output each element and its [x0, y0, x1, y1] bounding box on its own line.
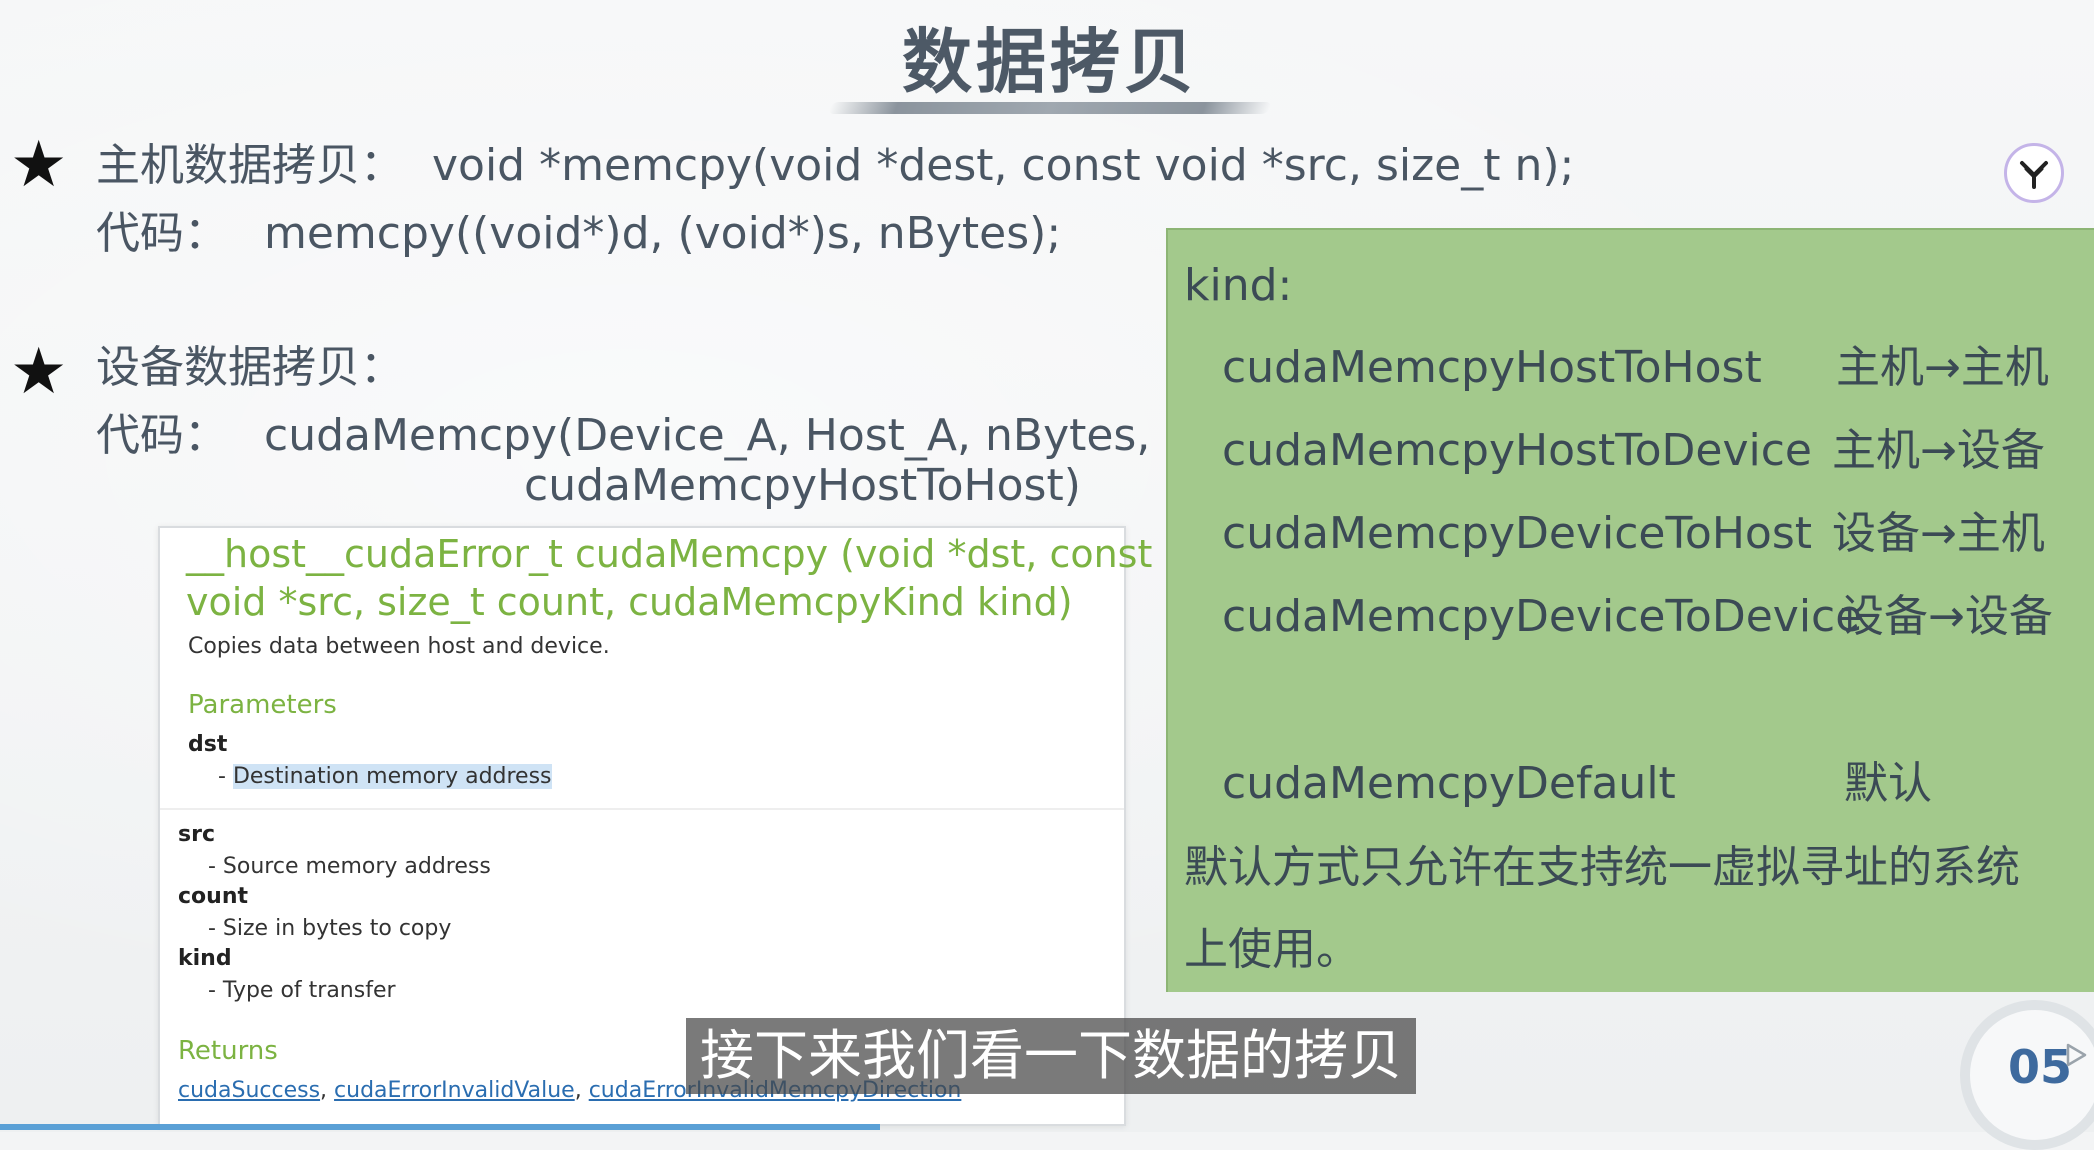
param-desc: - Size in bytes to copy: [208, 916, 452, 941]
param-name: dst: [188, 732, 228, 757]
host-copy-label: 主机数据拷贝：: [96, 140, 404, 191]
doc-description: Copies data between host and device.: [188, 634, 610, 659]
param-desc: - Destination memory address: [218, 764, 552, 789]
title-underline: [827, 102, 1273, 114]
kind-panel: kind: cudaMemcpyHostToHost 主机→主机 cudaMem…: [1166, 228, 2094, 992]
kind-row-dir: 设备→设备: [1840, 591, 2053, 642]
param-desc: - Type of transfer: [208, 978, 396, 1003]
logo-icon[interactable]: [2004, 143, 2064, 203]
kind-heading: kind:: [1184, 260, 1293, 311]
star-bullet-icon: ★: [10, 128, 68, 202]
doc-signature-line1: __host__cudaError_t cudaMemcpy (void *ds…: [186, 532, 1153, 576]
param-desc: - Source memory address: [208, 854, 491, 879]
doc-parameters-heading: Parameters: [188, 690, 337, 720]
kind-default-dir: 默认: [1844, 758, 1932, 809]
host-code-label: 代码：: [96, 208, 228, 259]
play-icon[interactable]: [2060, 1040, 2090, 1070]
kind-row-dir: 设备→主机: [1832, 508, 2045, 559]
device-copy-label: 设备数据拷贝：: [96, 342, 404, 393]
kind-note-line2: 上使用。: [1184, 924, 1360, 975]
video-subtitle: 接下来我们看一下数据的拷贝: [686, 1018, 1416, 1094]
return-link[interactable]: cudaErrorInvalidValue: [334, 1078, 575, 1103]
kind-default-name: cudaMemcpyDefault: [1222, 758, 1676, 809]
highlighted-text: Destination memory address: [232, 764, 552, 789]
kind-row-dir: 主机→设备: [1832, 425, 2045, 476]
kind-row-name: cudaMemcpyHostToHost: [1222, 342, 1762, 393]
host-copy-signature: void *memcpy(void *dest, const void *src…: [432, 140, 1575, 191]
device-code-line2: cudaMemcpyHostToHost): [524, 460, 1081, 511]
param-name: src: [178, 822, 215, 847]
video-progress-bar[interactable]: [0, 1124, 880, 1130]
title-block: 数据拷贝: [820, 0, 1280, 120]
param-name: kind: [178, 946, 232, 971]
param-name: count: [178, 884, 248, 909]
device-code-line1: cudaMemcpy(Device_A, Host_A, nBytes,: [264, 410, 1151, 461]
doc-divider: [160, 808, 1124, 810]
kind-row-dir: 主机→主机: [1836, 342, 2049, 393]
kind-row-name: cudaMemcpyDeviceToDevice: [1222, 591, 1863, 642]
star-bullet-icon: ★: [10, 335, 68, 409]
kind-note-line1: 默认方式只允许在支持统一虚拟寻址的系统: [1184, 842, 2020, 893]
host-code: memcpy((void*)d, (void*)s, nBytes);: [264, 208, 1062, 259]
slide-title: 数据拷贝: [902, 21, 1198, 103]
return-link[interactable]: cudaSuccess: [178, 1078, 320, 1103]
doc-signature-line2: void *src, size_t count, cudaMemcpyKind …: [186, 580, 1073, 624]
kind-row-name: cudaMemcpyHostToDevice: [1222, 425, 1813, 476]
device-code-label: 代码：: [96, 410, 228, 461]
kind-row-name: cudaMemcpyDeviceToHost: [1222, 508, 1813, 559]
doc-returns-heading: Returns: [178, 1036, 278, 1066]
